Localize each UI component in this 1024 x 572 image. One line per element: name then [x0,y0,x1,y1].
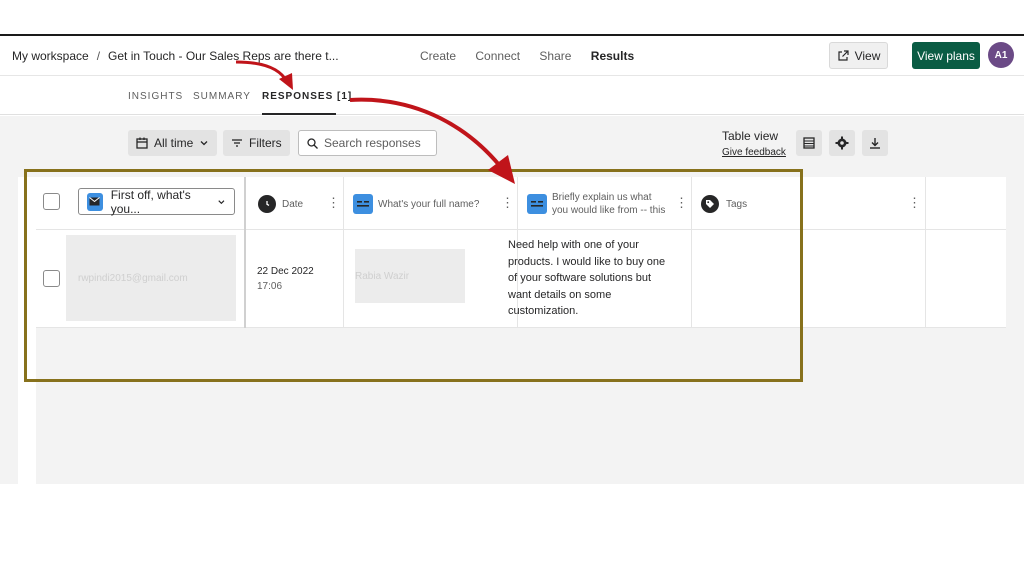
nav-connect[interactable]: Connect [475,49,520,63]
name-column-menu-icon[interactable]: ⋮ [501,195,514,211]
give-feedback-link[interactable]: Give feedback [722,147,786,158]
email-column-selector[interactable]: First off, what's you... [78,187,235,216]
breadcrumb: My workspace / Get in Touch - Our Sales Re… [12,49,339,63]
search-input[interactable]: Search responses [298,130,437,156]
active-tab-indicator [262,113,336,115]
email-cell[interactable]: rwpindi2015@gmail.com [66,235,236,321]
name-cell[interactable]: Rabia Wazir [355,249,465,303]
email-question-icon [87,192,103,211]
nav-create[interactable]: Create [420,49,456,63]
time-filter-dropdown[interactable]: All time [128,130,218,156]
responses-table: First off, what's you... Date ⋮ What's y… [18,177,1006,484]
tab-insights[interactable]: INSIGHTS [128,91,183,102]
header-divider [36,229,1006,230]
breadcrumb-separator: / [96,49,101,63]
column-header-explain[interactable]: Briefly explain us what you would like f… [552,191,670,217]
time-value: 17:06 [257,281,283,292]
nav-share[interactable]: Share [539,49,571,63]
date-value: 22 Dec 2022 [257,266,314,277]
filter-icon [232,139,242,147]
column-header-tags[interactable]: Tags [726,199,747,210]
top-header: My workspace / Get in Touch - Our Sales Re… [0,36,1024,76]
time-filter-label: All time [154,136,194,150]
gear-icon [835,136,849,150]
email-column-label: First off, what's you... [110,187,191,216]
envelope-icon [89,197,101,206]
table-layout-button[interactable] [796,130,822,156]
breadcrumb-workspace[interactable]: My workspace [12,49,89,63]
tag-icon [701,195,719,213]
download-button[interactable] [862,130,888,156]
short-text-question-icon [353,194,373,214]
results-tabs: INSIGHTS SUMMARY RESPONSES [1] [0,77,1024,115]
breadcrumb-form-title[interactable]: Get in Touch - Our Sales Reps are there … [108,49,339,63]
column-header-date[interactable]: Date [282,199,303,210]
table-rows-icon [803,137,815,149]
view-button-label: View [854,48,881,63]
chevron-down-icon [200,141,208,146]
avatar[interactable]: A1 [988,42,1014,68]
main-nav: Create Connect Share Results [420,49,650,63]
search-placeholder: Search responses [324,136,421,150]
empty-table-area [36,328,1006,484]
sticky-column-divider [244,177,246,328]
filters-button[interactable]: Filters [223,130,290,156]
calendar-icon [136,137,148,149]
row-checkbox[interactable] [43,270,60,287]
settings-button[interactable] [829,130,855,156]
app-window: My workspace / Get in Touch - Our Sales Re… [0,0,1024,572]
clock-icon [258,195,276,213]
tags-column-menu-icon[interactable]: ⋮ [908,195,921,211]
message-value[interactable]: Need help with one of your products. I w… [508,237,668,320]
email-value: rwpindi2015@gmail.com [78,272,188,284]
search-icon [307,137,318,149]
long-text-question-icon [527,194,547,214]
download-icon [870,138,880,149]
chevron-down-icon [218,199,225,204]
view-button[interactable]: View [829,42,888,69]
responses-panel: All time Filters Search responses Table … [0,116,1024,484]
column-divider [343,177,344,328]
name-value: Rabia Wazir [355,270,410,282]
column-divider [691,177,692,328]
date-column-menu-icon[interactable]: ⋮ [327,195,340,211]
explain-column-menu-icon[interactable]: ⋮ [675,195,688,211]
tab-responses[interactable]: RESPONSES [1] [262,91,352,102]
view-plans-button[interactable]: View plans [912,42,980,69]
filters-label: Filters [249,136,282,150]
external-link-icon [837,49,849,61]
table-view-label: Table view [722,129,779,143]
select-all-checkbox[interactable] [43,193,60,210]
column-header-full-name[interactable]: What's your full name? [378,199,479,210]
nav-results[interactable]: Results [591,49,634,63]
tab-summary[interactable]: SUMMARY [193,91,251,102]
column-divider [925,177,926,328]
